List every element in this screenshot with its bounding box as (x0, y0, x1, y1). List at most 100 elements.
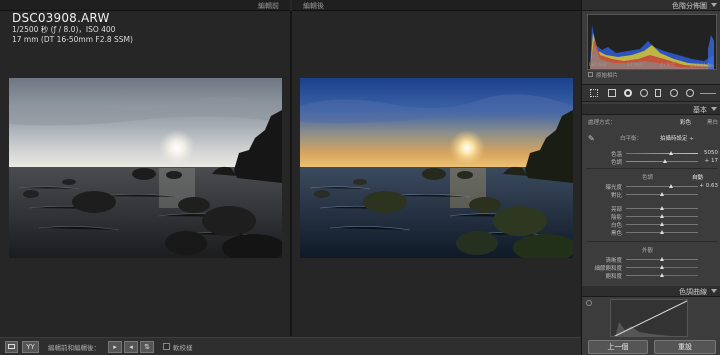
histogram-title: 色階分佈圖 (672, 2, 707, 10)
auto-tone-button[interactable]: 自動 (692, 173, 703, 181)
temp-slider[interactable] (626, 151, 698, 155)
contrast-knob[interactable] (660, 192, 664, 196)
shadows-knob[interactable] (660, 214, 664, 218)
collapse-icon (711, 289, 717, 293)
histogram-shutter: 1/2500 秒 (690, 64, 712, 69)
brush-size-slider[interactable] (700, 93, 716, 94)
compare-label: 編輯前和編輯後： (48, 344, 100, 352)
blacks-slider[interactable] (626, 230, 698, 234)
loupe-view-button[interactable] (5, 341, 18, 353)
compare-divider (290, 11, 292, 336)
original-photo-checkbox[interactable] (588, 72, 593, 77)
filename: DSC03908.ARW (12, 11, 110, 25)
histogram-aperture: ƒ / 8.0 (661, 63, 675, 68)
spot-removal-icon[interactable] (624, 89, 632, 97)
saturation-knob[interactable] (660, 273, 664, 277)
eyedropper-icon[interactable]: ✎ (588, 134, 598, 144)
reset-button[interactable]: 重設 (654, 340, 716, 354)
histogram (587, 14, 717, 70)
copy-before-to-after-button[interactable]: ▸ (108, 341, 122, 353)
wb-select[interactable]: 拍攝時設定 ÷ (660, 134, 694, 142)
histogram-focal: 17 mm (627, 63, 643, 68)
collapse-icon (711, 3, 717, 7)
clarity-knob[interactable] (660, 257, 664, 261)
exposure-knob[interactable] (668, 184, 673, 188)
exposure-value[interactable]: + 0.63 (698, 183, 718, 189)
tone-curve-graph[interactable] (610, 299, 688, 337)
vibrance-knob[interactable] (660, 265, 664, 269)
copy-after-to-before-button[interactable]: ◂ (124, 341, 138, 353)
bottom-toolbar: YY 編輯前和編輯後： ▸ ◂ ⇅ 軟校樣 (0, 337, 581, 355)
histogram-iso: ISO 400 (589, 63, 607, 68)
divider (586, 168, 717, 169)
highlights-slider[interactable] (626, 206, 698, 210)
collapse-icon (711, 107, 717, 111)
right-panel: 色階分佈圖 ISO 400 17 mm ƒ / 8.0 1/2500 秒 原始相… (581, 0, 720, 355)
bw-tab[interactable]: 黑白 (707, 118, 718, 126)
lens-info: 17 mm (DT 16-50mm F2.8 SSM) (12, 35, 133, 44)
softproof-label: 軟校樣 (173, 344, 193, 352)
rectangle-icon (8, 344, 15, 349)
vibrance-label: 細節飽和度 (594, 266, 622, 272)
whites-knob[interactable] (660, 222, 664, 226)
swap-icon: ⇅ (144, 343, 150, 351)
exposure-info: 1/2500 秒 (ƒ / 8.0)，ISO 400 (12, 25, 116, 34)
previous-button[interactable]: 上一個 (588, 340, 648, 354)
tint-value[interactable]: + 17 (698, 158, 718, 164)
saturation-label: 飽和度 (605, 274, 622, 280)
tone-curve-header[interactable]: 色調曲線 (582, 286, 720, 297)
tone-label: 色調 (642, 175, 654, 181)
histogram-header[interactable]: 色階分佈圖 (582, 0, 720, 11)
saturation-slider[interactable] (626, 273, 698, 277)
crop-icon[interactable] (608, 89, 616, 97)
contrast-label: 對比 (610, 193, 622, 199)
tint-label: 色調 (610, 160, 622, 166)
after-photo[interactable] (300, 78, 573, 258)
clarity-slider[interactable] (626, 257, 698, 261)
compare-view: 編輯前 編輯後 DSC03908.ARW 1/2500 秒 (ƒ / 8.0)，… (0, 0, 581, 355)
tint-slider[interactable] (626, 159, 698, 163)
temp-value[interactable]: 5050 (698, 150, 718, 156)
exposure-label: 曝光度 (605, 185, 622, 191)
swap-button[interactable]: ⇅ (140, 341, 154, 353)
original-photo-label: 原始相片 (596, 73, 619, 79)
image-info-overlay: DSC03908.ARW 1/2500 秒 (ƒ / 8.0)，ISO 400 … (12, 11, 133, 45)
basic-title: 基本 (693, 106, 707, 114)
tone-curve-title: 色調曲線 (679, 288, 707, 296)
basic-panel-header[interactable]: 基本 (582, 104, 720, 115)
highlights-label: 亮部 (610, 207, 622, 213)
whites-label: 白色 (610, 223, 622, 229)
arrow-right-icon: ▸ (113, 343, 117, 351)
blacks-knob[interactable] (660, 230, 664, 234)
exposure-slider[interactable] (626, 184, 698, 188)
blacks-label: 黑色 (610, 231, 622, 237)
arrow-left-icon: ◂ (129, 343, 133, 351)
shadows-slider[interactable] (626, 214, 698, 218)
highlights-knob[interactable] (660, 206, 664, 210)
before-photo[interactable] (9, 78, 282, 258)
tint-knob[interactable] (662, 159, 667, 163)
contrast-slider[interactable] (626, 192, 698, 196)
vibrance-slider[interactable] (626, 265, 698, 269)
softproof-checkbox[interactable] (163, 343, 170, 350)
whites-slider[interactable] (626, 222, 698, 226)
after-label: 編輯後 (303, 2, 324, 10)
color-tab[interactable]: 彩色 (680, 118, 691, 126)
grid-icon[interactable] (590, 89, 598, 97)
lightroom-develop-window: 編輯前 編輯後 DSC03908.ARW 1/2500 秒 (ƒ / 8.0)，… (0, 0, 720, 355)
treatment-label: 處理方式： (588, 120, 616, 126)
before-label: 編輯前 (258, 2, 279, 10)
divider (586, 241, 717, 242)
radial-filter-icon[interactable] (670, 89, 678, 97)
target-adjust-icon[interactable] (586, 300, 592, 306)
temp-label: 色溫 (610, 152, 622, 158)
after-header: 編輯後 (292, 0, 581, 11)
graduated-filter-icon[interactable] (655, 89, 661, 97)
before-after-mode-button[interactable]: YY (22, 341, 39, 353)
clarity-label: 清晰度 (605, 258, 622, 264)
temp-knob[interactable] (668, 151, 673, 155)
tool-strip (582, 84, 720, 102)
brush-icon[interactable] (686, 89, 694, 97)
red-eye-icon[interactable] (640, 89, 648, 97)
shadows-label: 陰影 (610, 215, 622, 221)
